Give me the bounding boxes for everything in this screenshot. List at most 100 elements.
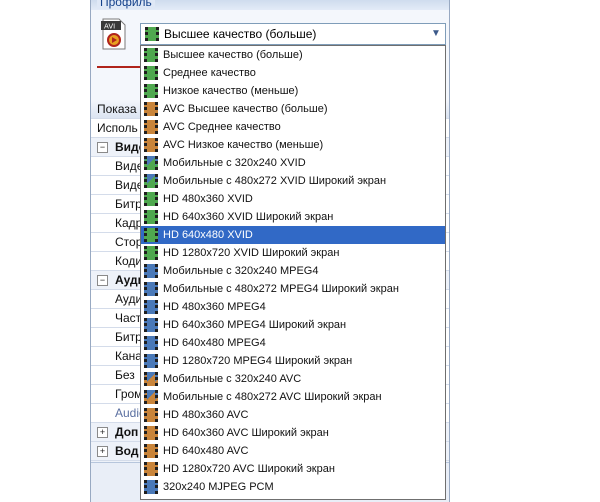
orange-video-format-icon	[144, 444, 158, 458]
dropdown-option[interactable]: Мобильные с 480x272 XVID Широкий экран	[141, 172, 445, 190]
grid-row-label: Исполь	[97, 121, 138, 135]
dropdown-option-label: 320x240 MJPEG PCM	[163, 481, 274, 493]
dropdown-option[interactable]: Мобильные с 320x240 MPEG4	[141, 262, 445, 280]
dropdown-option-label: HD 480x360 AVC	[163, 409, 249, 421]
dropdown-option[interactable]: HD 1280x720 XVID Широкий экран	[141, 244, 445, 262]
grid-row-label: Битр	[115, 197, 142, 211]
combo-selected-text: Высшее качество (больше)	[164, 27, 317, 41]
dropdown-option[interactable]: HD 1280x720 MPEG4 Широкий экран	[141, 352, 445, 370]
grid-row-label: Част	[115, 311, 142, 325]
dropdown-option-label: HD 640x480 MPEG4	[163, 337, 266, 349]
dropdown-option-label: Мобильные с 480x272 MPEG4 Широкий экран	[163, 283, 399, 295]
dropdown-option[interactable]: Мобильные с 320x240 XVID	[141, 154, 445, 172]
profile-group-bar: Профиль	[91, 0, 449, 10]
green-video-format-icon	[144, 192, 158, 206]
grid-row-label: Виде	[115, 178, 144, 192]
blue-video-format-icon	[144, 300, 158, 314]
avi-file-icon: AVI	[101, 18, 126, 50]
blue-video-format-icon	[144, 282, 158, 296]
dropdown-option[interactable]: HD 640x360 AVC Широкий экран	[141, 424, 445, 442]
mixed-green-video-format-icon	[144, 156, 158, 170]
dropdown-option[interactable]: Высшее качество (больше)	[141, 46, 445, 64]
grid-row-label: Гром	[115, 387, 143, 401]
blue-video-format-icon	[144, 336, 158, 350]
dropdown-option-label: AVC Высшее качество (больше)	[163, 103, 328, 115]
dropdown-option-label: HD 640x360 MPEG4 Широкий экран	[163, 319, 347, 331]
grid-row-label: Стор	[115, 235, 143, 249]
dropdown-option-label: HD 640x360 XVID Широкий экран	[163, 211, 334, 223]
grid-row-label: Кадр	[115, 216, 143, 230]
green-video-format-icon	[144, 210, 158, 224]
profile-combo-box[interactable]: Высшее качество (больше) ▼	[140, 23, 446, 45]
dropdown-option[interactable]: HD 640x360 MPEG4 Широкий экран	[141, 316, 445, 334]
dropdown-option-label: HD 480x360 MPEG4	[163, 301, 266, 313]
orange-video-format-icon	[144, 138, 158, 152]
dropdown-option[interactable]: Мобильные с 480x272 MPEG4 Широкий экран	[141, 280, 445, 298]
green-video-format-icon	[144, 66, 158, 80]
grid-row-label: Битр	[115, 330, 142, 344]
dropdown-option-label: HD 640x360 AVC Широкий экран	[163, 427, 329, 439]
dropdown-option[interactable]: Низкое качество (меньше)	[141, 82, 445, 100]
dropdown-option-label: Мобильные с 320x240 XVID	[163, 157, 306, 169]
orange-video-format-icon	[144, 120, 158, 134]
dropdown-option[interactable]: Мобильные с 480x272 AVC Широкий экран	[141, 388, 445, 406]
grid-row-label: Коди	[115, 254, 143, 268]
orange-video-format-icon	[144, 462, 158, 476]
grid-row-label: Кана	[115, 349, 142, 363]
expand-icon[interactable]: +	[97, 427, 108, 438]
profile-dropdown-list: Высшее качество (больше) Среднее качество…	[140, 45, 446, 500]
app-window: Профиль AVI Показа Исполь − Виде Виде Виде Би…	[0, 0, 600, 502]
dropdown-option[interactable]: AVC Низкое качество (меньше)	[141, 136, 445, 154]
grid-header-label: Показа	[97, 102, 137, 116]
dropdown-option-label: Мобильные с 320x240 MPEG4	[163, 265, 319, 277]
dropdown-option[interactable]: HD 640x360 XVID Широкий экран	[141, 208, 445, 226]
dropdown-option-label: HD 480x360 XVID	[163, 193, 253, 205]
dropdown-option[interactable]: HD 640x480 MPEG4	[141, 334, 445, 352]
dropdown-option-label: HD 1280x720 AVC Широкий экран	[163, 463, 335, 475]
dropdown-option[interactable]: HD 640x480 AVC	[141, 442, 445, 460]
dropdown-option[interactable]: HD 480x360 XVID	[141, 190, 445, 208]
orange-video-format-icon	[144, 102, 158, 116]
dropdown-option-label: Среднее качество	[163, 67, 256, 79]
orange-video-format-icon	[144, 408, 158, 422]
dropdown-option-label: Мобильные с 480x272 AVC Широкий экран	[163, 391, 382, 403]
collapse-icon[interactable]: −	[97, 275, 108, 286]
dropdown-option[interactable]: HD 480x360 MPEG4	[141, 298, 445, 316]
green-video-format-icon	[144, 228, 158, 242]
dropdown-option-label: HD 1280x720 MPEG4 Широкий экран	[163, 355, 353, 367]
grid-row-label: Виде	[115, 159, 144, 173]
green-video-format-icon	[144, 48, 158, 62]
blue-video-format-icon	[144, 264, 158, 278]
green-video-format-icon	[144, 84, 158, 98]
profile-underline	[97, 66, 141, 68]
dropdown-option[interactable]: AVC Высшее качество (больше)	[141, 100, 445, 118]
dropdown-option-label: Мобильные с 480x272 XVID Широкий экран	[163, 175, 387, 187]
blue-video-format-icon	[144, 480, 158, 494]
dropdown-option[interactable]: Мобильные с 320x240 AVC	[141, 370, 445, 388]
dropdown-option-label: HD 640x480 AVC	[163, 445, 249, 457]
dropdown-option-label: AVC Низкое качество (меньше)	[163, 139, 324, 151]
blue-video-format-icon	[144, 354, 158, 368]
profile-group-title: Профиль	[97, 0, 155, 9]
dropdown-option[interactable]: HD 480x360 AVC	[141, 406, 445, 424]
blue-video-format-icon	[144, 318, 158, 332]
chevron-down-icon[interactable]: ▼	[428, 25, 444, 43]
dropdown-option-label: AVC Среднее качество	[163, 121, 281, 133]
expand-icon[interactable]: +	[97, 446, 108, 457]
dropdown-option[interactable]: HD 1280x720 AVC Широкий экран	[141, 460, 445, 478]
avi-badge-text: AVI	[104, 23, 115, 31]
collapse-icon[interactable]: −	[97, 142, 108, 153]
orange-video-format-icon	[144, 426, 158, 440]
mixed-orange-video-format-icon	[144, 372, 158, 386]
dropdown-option-label: HD 640x480 XVID	[163, 229, 253, 241]
dropdown-option[interactable]: 320x240 MJPEG PCM	[141, 478, 445, 496]
dropdown-option-label: Высшее качество (больше)	[163, 49, 303, 61]
dropdown-option-label: HD 1280x720 XVID Широкий экран	[163, 247, 340, 259]
dropdown-option[interactable]: Среднее качество	[141, 64, 445, 82]
green-video-format-icon	[145, 27, 159, 41]
dropdown-option[interactable]: HD 640x480 XVID	[141, 226, 445, 244]
grid-row-label: Без	[115, 368, 135, 382]
green-video-format-icon	[144, 246, 158, 260]
dropdown-option-label: Мобильные с 320x240 AVC	[163, 373, 302, 385]
dropdown-option[interactable]: AVC Среднее качество	[141, 118, 445, 136]
